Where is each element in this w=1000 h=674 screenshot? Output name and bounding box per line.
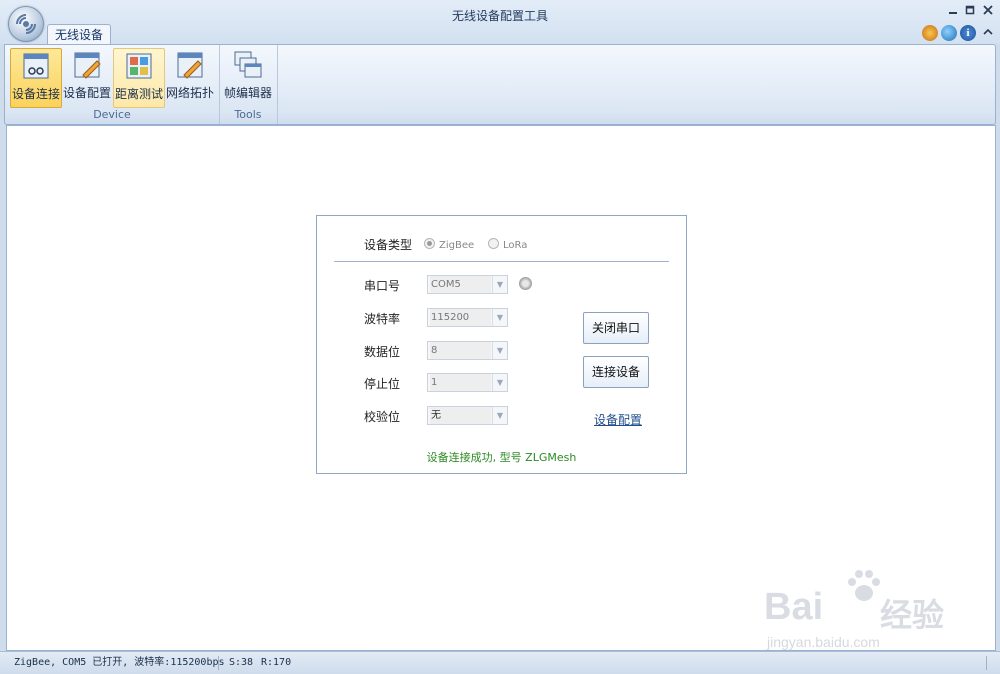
frame-editor-button[interactable]: 帧编辑器	[223, 48, 273, 106]
chevron-down-icon[interactable]: ▼	[492, 342, 507, 359]
port-select[interactable]: COM5 ▼	[427, 275, 508, 294]
radio-lora[interactable]: LoRa	[488, 238, 527, 251]
chevron-down-icon[interactable]: ▼	[492, 374, 507, 391]
minimize-button[interactable]	[946, 5, 960, 17]
restore-button[interactable]	[963, 5, 977, 17]
network-topology-icon	[177, 52, 203, 79]
databits-label: 数据位	[364, 345, 401, 359]
paw-icon	[848, 570, 880, 601]
globe-icon[interactable]	[941, 25, 957, 41]
network-topology-button[interactable]: 网络拓扑	[165, 48, 215, 106]
radio-zigbee[interactable]: ZigBee	[424, 238, 474, 251]
restore-icon	[965, 5, 975, 15]
distance-test-icon	[126, 53, 152, 79]
close-button[interactable]	[981, 5, 995, 17]
divider	[334, 261, 669, 262]
network-topology-label: 网络拓扑	[165, 86, 214, 100]
stopbits-value: 1	[430, 374, 491, 391]
radio-unchecked-icon	[488, 238, 499, 249]
resize-grip[interactable]	[986, 656, 987, 670]
distance-test-button[interactable]: 距离测试	[113, 48, 165, 108]
frame-editor-icon	[234, 51, 262, 78]
status-bar: ZigBee, COM5 已打开, 波特率:115200bps S:38 R:1…	[0, 651, 1000, 674]
ribbon-group-device-label: Device	[93, 108, 131, 121]
ribbon-group-device: 设备连接 设备配置 距离测试 网络拓扑 Device	[5, 45, 220, 124]
received-count: R:170	[261, 657, 292, 668]
baidu-jingyan-watermark: Bai 经验 jingyan.baidu.com	[764, 566, 979, 656]
port-value: COM5	[430, 276, 491, 293]
ribbon-group-tools: 帧编辑器 Tools	[219, 45, 278, 124]
sent-count: S:38	[229, 657, 254, 668]
status-divider	[218, 656, 219, 670]
device-config-link[interactable]: 设备配置	[594, 411, 642, 428]
device-connect-button[interactable]: 设备连接	[10, 48, 62, 108]
chevron-down-icon[interactable]: ▼	[492, 276, 507, 293]
stopbits-label: 停止位	[364, 377, 401, 391]
ribbon-group-tools-label: Tools	[234, 108, 262, 121]
collapse-ribbon-button[interactable]	[981, 27, 995, 39]
chevron-down-icon[interactable]: ▼	[492, 309, 507, 326]
parity-label: 校验位	[364, 410, 401, 424]
radio-zigbee-label: ZigBee	[439, 240, 475, 251]
watermark-brand-cn: 经验	[880, 596, 945, 634]
watermark-url: jingyan.baidu.com	[767, 634, 880, 650]
parity-value: 无	[430, 407, 491, 424]
device-config-icon	[74, 52, 101, 79]
chevron-up-icon	[983, 28, 993, 35]
connection-status-message: 设备连接成功, 型号 ZLGMesh	[426, 451, 577, 464]
stopbits-select[interactable]: 1 ▼	[427, 373, 508, 392]
parity-select[interactable]: 无 ▼	[427, 406, 508, 425]
minimize-icon	[949, 12, 957, 14]
baud-value: 115200	[430, 309, 491, 326]
device-connection-panel: 设备类型 ZigBee LoRa 串口号 COM5 ▼ 波特率 115200 ▼…	[316, 215, 687, 474]
port-label: 串口号	[364, 279, 401, 293]
device-config-button[interactable]: 设备配置	[62, 48, 112, 106]
tab-wireless-device[interactable]: 无线设备	[47, 24, 111, 45]
device-type-label: 设备类型	[364, 238, 413, 252]
window-title: 无线设备配置工具	[451, 9, 548, 23]
chevron-down-icon[interactable]: ▼	[492, 407, 507, 424]
databits-select[interactable]: 8 ▼	[427, 341, 508, 360]
refresh-icon[interactable]	[519, 277, 532, 290]
device-connect-label: 设备连接	[11, 87, 60, 101]
watermark-brand: Bai	[764, 586, 824, 628]
device-connect-icon	[23, 53, 49, 79]
radio-checked-icon	[424, 238, 435, 249]
port-status-text: ZigBee, COM5 已打开, 波特率:115200bps	[14, 657, 225, 668]
radio-lora-label: LoRa	[503, 240, 528, 251]
palette-icon[interactable]	[922, 25, 938, 41]
main-content: 设备类型 ZigBee LoRa 串口号 COM5 ▼ 波特率 115200 ▼…	[6, 125, 996, 651]
close-icon	[983, 5, 993, 15]
baud-select[interactable]: 115200 ▼	[427, 308, 508, 327]
info-icon[interactable]: i	[960, 25, 976, 41]
device-config-label: 设备配置	[62, 86, 111, 100]
frame-editor-label: 帧编辑器	[223, 86, 272, 100]
ribbon: 设备连接 设备配置 距离测试 网络拓扑 Device 帧编辑器 Tools	[4, 44, 996, 125]
close-port-button[interactable]: 关闭串口	[583, 312, 649, 344]
connect-device-button[interactable]: 连接设备	[583, 356, 649, 388]
title-bar: 无线设备配置工具 无线设备 i	[0, 0, 1000, 45]
baud-label: 波特率	[364, 312, 401, 326]
databits-value: 8	[430, 342, 491, 359]
distance-test-label: 距离测试	[114, 87, 163, 101]
